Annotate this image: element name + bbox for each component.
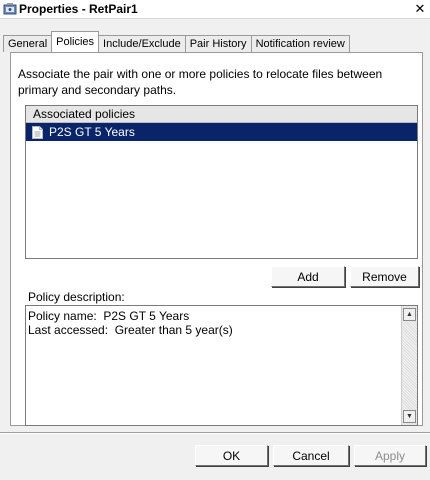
tab-general[interactable]: General (3, 35, 53, 52)
policy-description-field[interactable]: Policy name: P2S GT 5 Years Last accesse… (25, 305, 418, 426)
title-bar: Properties - RetPair1 ✕ (0, 0, 430, 19)
cancel-button[interactable]: Cancel (273, 445, 349, 466)
scroll-down-icon[interactable]: ▼ (403, 410, 416, 423)
associated-policies-list[interactable]: Associated policies P2S GT 5 Years (25, 105, 418, 259)
footer-divider (0, 432, 430, 434)
policy-list-item[interactable]: P2S GT 5 Years (26, 123, 417, 141)
policies-description: Associate the pair with one or more poli… (18, 67, 383, 97)
tab-pair-history[interactable]: Pair History (184, 35, 252, 52)
remove-button[interactable]: Remove (350, 266, 419, 287)
ok-button[interactable]: OK (195, 445, 268, 466)
properties-icon (3, 3, 17, 15)
tab-notification-review[interactable]: Notification review (250, 35, 350, 52)
tab-strip: General Policies Include/Exclude Pair Hi… (3, 31, 350, 52)
scroll-up-icon[interactable]: ▲ (403, 308, 416, 321)
close-button[interactable]: ✕ (412, 0, 428, 18)
document-icon (32, 125, 43, 139)
window-title: Properties - RetPair1 (19, 2, 138, 16)
vertical-scrollbar[interactable]: ▲ ▼ (401, 306, 417, 425)
policy-description-label: Policy description: (28, 290, 125, 304)
policy-description-text: Policy name: P2S GT 5 Years Last accesse… (28, 309, 233, 337)
list-header-associated-policies[interactable]: Associated policies (26, 106, 417, 123)
tab-include-exclude[interactable]: Include/Exclude (98, 35, 186, 52)
apply-button[interactable]: Apply (354, 445, 426, 466)
policy-list-item-label: P2S GT 5 Years (49, 125, 135, 139)
tab-policies[interactable]: Policies (51, 31, 100, 52)
add-button[interactable]: Add (271, 266, 345, 287)
